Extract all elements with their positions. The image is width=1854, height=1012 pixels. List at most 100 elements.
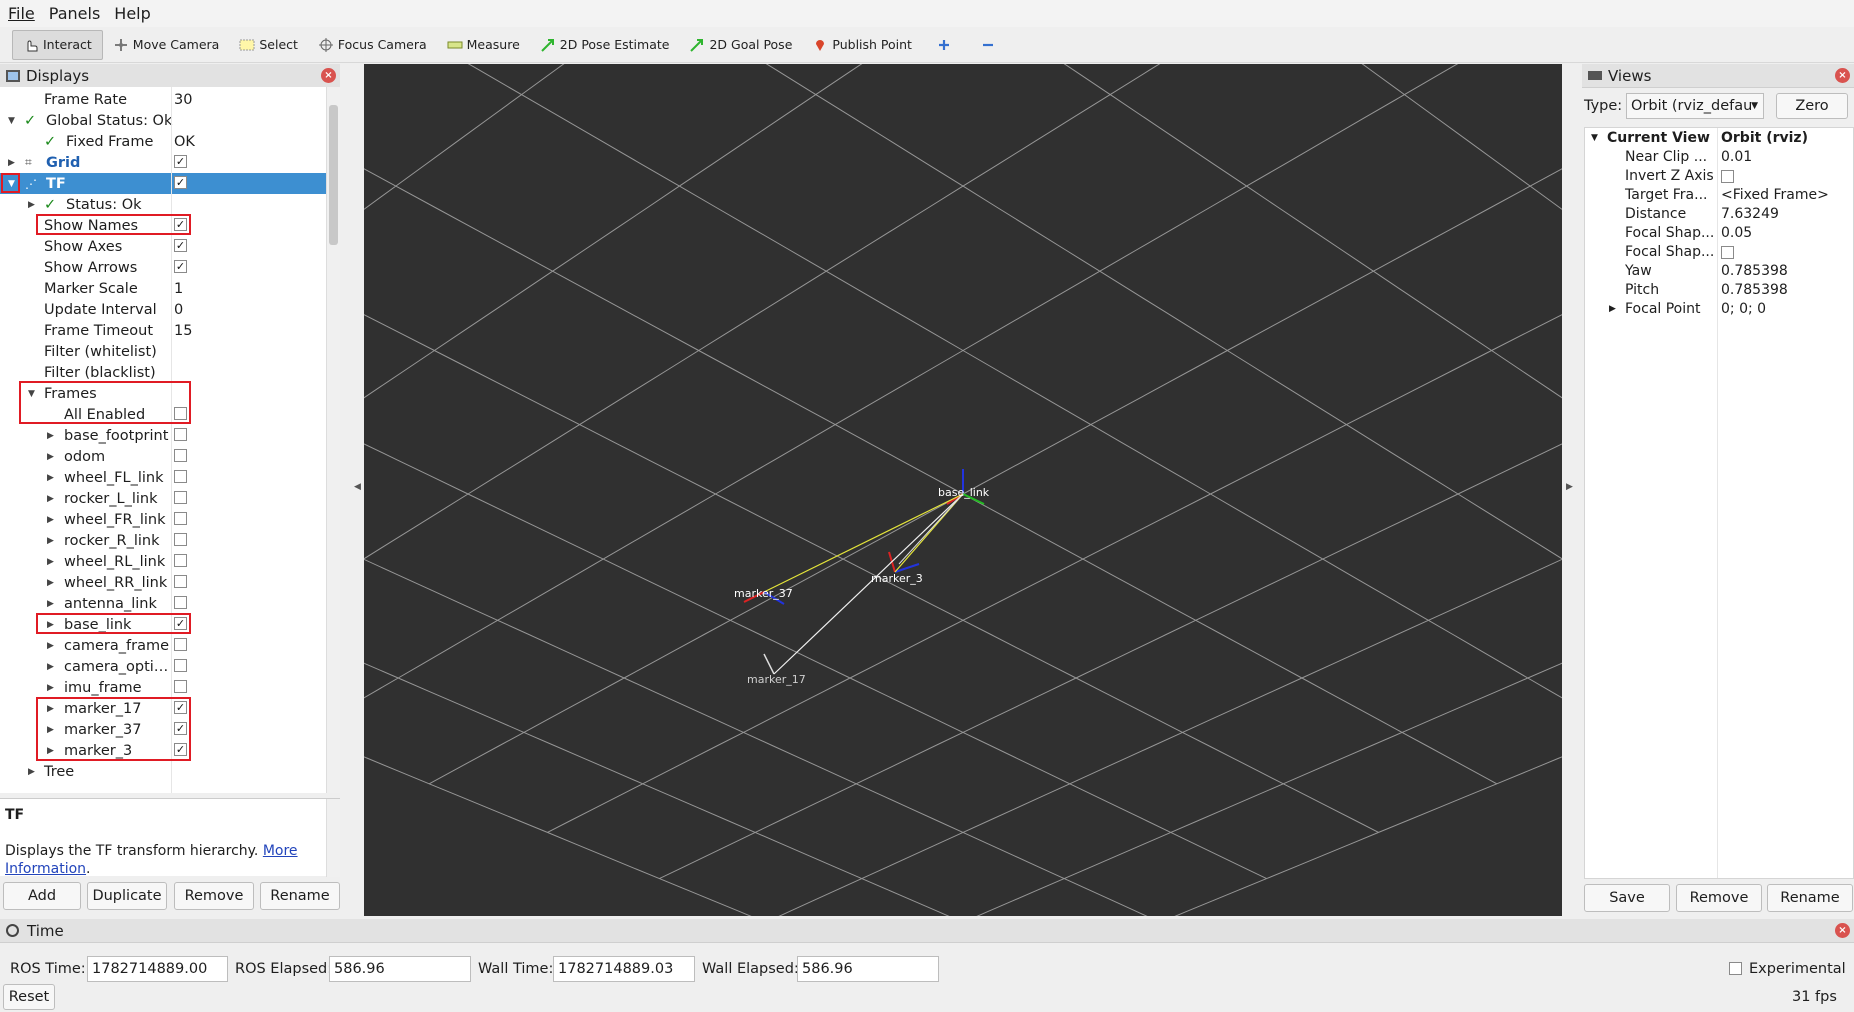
rename-button[interactable]: Rename xyxy=(260,882,340,910)
tree-row[interactable]: ▶ ✓ Status: Ok xyxy=(0,194,326,215)
more-info-link[interactable]: More xyxy=(263,843,298,859)
displays-scrollbar[interactable] xyxy=(326,87,340,793)
zero-button[interactable]: Zero xyxy=(1776,93,1848,119)
expand-arrow-icon[interactable]: ▶ xyxy=(47,578,54,588)
expand-arrow-icon[interactable]: ▼ xyxy=(8,116,15,126)
checkbox[interactable] xyxy=(174,449,187,462)
information-link[interactable]: Information xyxy=(5,861,86,877)
tree-row-frame[interactable]: ▶ camera_opti… xyxy=(0,656,326,677)
tree-row-frame[interactable]: ▶ wheel_RL_link xyxy=(0,551,326,572)
tree-row[interactable]: Show Arrows ✓ xyxy=(0,257,326,278)
checkbox[interactable] xyxy=(174,491,187,504)
wall-elapsed-field[interactable]: 586.96 xyxy=(797,956,939,982)
expand-arrow-icon[interactable]: ▶ xyxy=(28,200,35,210)
render-viewport[interactable]: base_link marker_37 marker_3 marker_17 xyxy=(364,64,1562,916)
view-property-row[interactable]: ▶ Focal Point 0; 0; 0 xyxy=(1585,301,1854,320)
ros-time-field[interactable]: 1782714889.00 xyxy=(87,956,228,982)
tree-row-grid[interactable]: ▶ ⌗ Grid ✓ xyxy=(0,152,326,173)
checkbox[interactable] xyxy=(174,470,187,483)
duplicate-button[interactable]: Duplicate xyxy=(87,882,167,910)
expand-arrow-icon[interactable]: ▶ xyxy=(8,158,15,168)
tree-row[interactable]: Frame Rate 30 xyxy=(0,89,326,110)
view-property-row[interactable]: Focal Shap... 0.05 xyxy=(1585,225,1854,244)
ros-elapsed-field[interactable]: 586.96 xyxy=(329,956,471,982)
measure-tool-button[interactable]: Measure xyxy=(437,30,530,60)
checkbox[interactable] xyxy=(174,554,187,567)
current-view-row[interactable]: ▼ Current View Orbit (rviz) xyxy=(1585,130,1854,149)
expand-arrow-icon[interactable]: ▶ xyxy=(47,515,54,525)
tree-row[interactable]: ✓ Fixed Frame OK xyxy=(0,131,326,152)
expand-arrow-icon[interactable]: ▶ xyxy=(47,473,54,483)
close-icon[interactable]: × xyxy=(1835,68,1850,83)
select-tool-button[interactable]: Select xyxy=(229,30,308,60)
checkbox[interactable]: ✓ xyxy=(174,260,187,273)
checkbox[interactable] xyxy=(1721,246,1734,259)
tree-row-frame[interactable]: ▶ wheel_FL_link xyxy=(0,467,326,488)
checkbox[interactable] xyxy=(174,533,187,546)
pose-estimate-tool-button[interactable]: 2D Pose Estimate xyxy=(530,30,680,60)
view-type-select[interactable]: Orbit (rviz_defau ▼ xyxy=(1626,93,1764,119)
tree-row-frame[interactable]: ▶ base_footprint xyxy=(0,425,326,446)
tree-row[interactable]: Marker Scale 1 xyxy=(0,278,326,299)
tree-row-frame[interactable]: ▶ wheel_FR_link xyxy=(0,509,326,530)
remove-view-button[interactable]: Remove xyxy=(1676,884,1762,912)
tree-row-tree[interactable]: ▶ Tree xyxy=(0,761,326,782)
view-property-row[interactable]: Near Clip ... 0.01 xyxy=(1585,149,1854,168)
view-property-row[interactable]: Invert Z Axis xyxy=(1585,168,1854,187)
checkbox[interactable] xyxy=(174,596,187,609)
menu-help[interactable]: Help xyxy=(114,4,150,23)
tree-row-frame[interactable]: ▶ imu_frame xyxy=(0,677,326,698)
tree-row-frame[interactable]: ▶ antenna_link xyxy=(0,593,326,614)
rename-view-button[interactable]: Rename xyxy=(1767,884,1853,912)
checkbox[interactable] xyxy=(174,638,187,651)
close-icon[interactable]: × xyxy=(321,68,336,83)
expand-arrow-icon[interactable]: ▶ xyxy=(47,683,54,693)
remove-tool-button[interactable] xyxy=(966,30,1010,60)
tree-row[interactable]: Frame Timeout 15 xyxy=(0,320,326,341)
expand-arrow-icon[interactable]: ▼ xyxy=(1591,133,1598,143)
description-scrollbar[interactable] xyxy=(326,799,340,877)
scroll-thumb[interactable] xyxy=(329,105,338,245)
expand-arrow-icon[interactable]: ▶ xyxy=(1609,304,1616,314)
reset-button[interactable]: Reset xyxy=(3,984,55,1010)
expand-arrow-icon[interactable]: ▶ xyxy=(47,599,54,609)
checkbox[interactable]: ✓ xyxy=(174,239,187,252)
expand-arrow-icon[interactable]: ▶ xyxy=(47,494,54,504)
view-property-row[interactable]: Distance 7.63249 xyxy=(1585,206,1854,225)
collapse-left-icon[interactable]: ◀ xyxy=(354,482,361,492)
checkbox[interactable]: ✓ xyxy=(174,176,187,189)
tree-row-frame[interactable]: ▶ rocker_R_link xyxy=(0,530,326,551)
tree-row-tf[interactable]: ▼ ⋰ TF ✓ xyxy=(0,173,326,194)
checkbox[interactable]: ✓ xyxy=(174,155,187,168)
tree-row-frame[interactable]: ▶ wheel_RR_link xyxy=(0,572,326,593)
expand-arrow-icon[interactable]: ▶ xyxy=(47,557,54,567)
expand-arrow-icon[interactable]: ▶ xyxy=(47,452,54,462)
move-camera-tool-button[interactable]: Move Camera xyxy=(103,30,230,60)
checkbox[interactable] xyxy=(174,680,187,693)
add-button[interactable]: Add xyxy=(3,882,81,910)
tree-row-frame[interactable]: ▶ camera_frame xyxy=(0,635,326,656)
close-icon[interactable]: × xyxy=(1835,923,1850,938)
collapse-right-icon[interactable]: ▶ xyxy=(1566,482,1573,492)
wall-time-field[interactable]: 1782714889.03 xyxy=(553,956,695,982)
save-view-button[interactable]: Save xyxy=(1584,884,1670,912)
tree-row[interactable]: Filter (blacklist) xyxy=(0,362,326,383)
menu-file[interactable]: File xyxy=(8,4,35,23)
expand-arrow-icon[interactable]: ▶ xyxy=(28,767,35,777)
expand-arrow-icon[interactable]: ▶ xyxy=(47,662,54,672)
menu-panels[interactable]: Panels xyxy=(49,4,101,23)
view-property-row[interactable]: Target Fra... <Fixed Frame> xyxy=(1585,187,1854,206)
experimental-checkbox[interactable] xyxy=(1729,962,1742,975)
focus-camera-tool-button[interactable]: Focus Camera xyxy=(308,30,437,60)
view-property-row[interactable]: Focal Shap... xyxy=(1585,244,1854,263)
remove-button[interactable]: Remove xyxy=(174,882,254,910)
tree-row[interactable]: Filter (whitelist) xyxy=(0,341,326,362)
checkbox[interactable] xyxy=(174,428,187,441)
interact-tool-button[interactable]: Interact xyxy=(12,29,103,60)
expand-arrow-icon[interactable]: ▶ xyxy=(47,536,54,546)
expand-arrow-icon[interactable]: ▶ xyxy=(47,641,54,651)
view-property-row[interactable]: Pitch 0.785398 xyxy=(1585,282,1854,301)
view-property-row[interactable]: Yaw 0.785398 xyxy=(1585,263,1854,282)
add-tool-button[interactable] xyxy=(922,30,966,60)
checkbox[interactable] xyxy=(174,512,187,525)
